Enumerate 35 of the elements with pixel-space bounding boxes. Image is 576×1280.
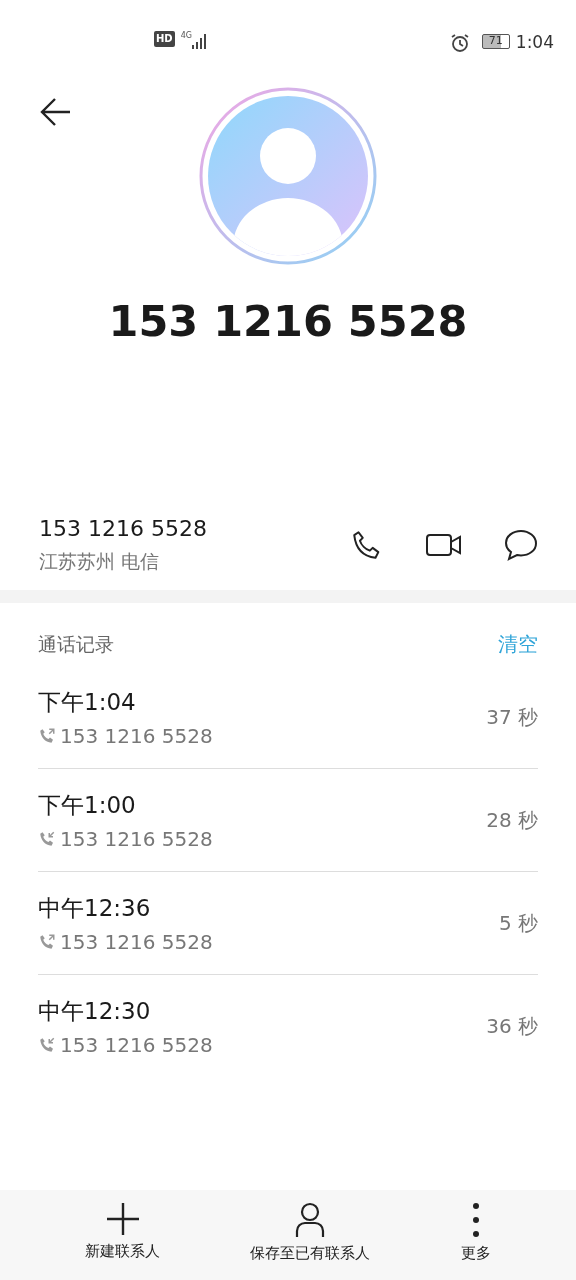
hd-indicator: HD (154, 31, 175, 47)
video-call-button[interactable] (426, 531, 462, 559)
avatar-icon (198, 86, 378, 266)
new-contact-button[interactable]: 新建联系人 (85, 1202, 161, 1280)
network-type: 4G (180, 31, 192, 40)
more-icon (471, 1202, 480, 1238)
number-location: 江苏苏州 电信 (39, 548, 161, 574)
clock-time: 1:04 (515, 31, 554, 53)
plus-icon (105, 1202, 140, 1236)
message-button[interactable] (504, 528, 538, 562)
call-duration: 5 秒 (498, 909, 538, 937)
call-duration: 28 秒 (486, 806, 538, 834)
call-number: 153 1216 5528 (60, 929, 213, 954)
signal-icon (191, 33, 208, 49)
contact-title: 153 1216 5528 (108, 296, 468, 346)
call-duration: 37 秒 (486, 703, 538, 731)
phone-number: 153 1216 5528 (39, 515, 208, 541)
call-time: 下午1:00 (38, 790, 137, 820)
outgoing-call-icon (38, 932, 56, 951)
outgoing-call-icon (38, 726, 56, 745)
alarm-icon (449, 33, 470, 53)
battery-level: 71 (481, 34, 510, 49)
call-time: 下午1:04 (38, 687, 137, 717)
call-time: 中午12:30 (38, 997, 152, 1026)
call-number: 153 1216 5528 (60, 826, 213, 851)
save-to-contact-button[interactable]: 保存至已有联系人 (250, 1202, 371, 1280)
call-number: 153 1216 5528 (60, 723, 213, 748)
section-title: 通话记录 (38, 631, 114, 657)
call-number: 153 1216 5528 (60, 1033, 213, 1057)
person-icon (294, 1202, 327, 1238)
call-time: 中午12:36 (38, 893, 152, 923)
incoming-call-icon (38, 1036, 56, 1054)
more-button[interactable]: 更多 (460, 1202, 491, 1280)
call-duration: 36 秒 (486, 1013, 538, 1040)
incoming-call-icon (38, 829, 56, 848)
